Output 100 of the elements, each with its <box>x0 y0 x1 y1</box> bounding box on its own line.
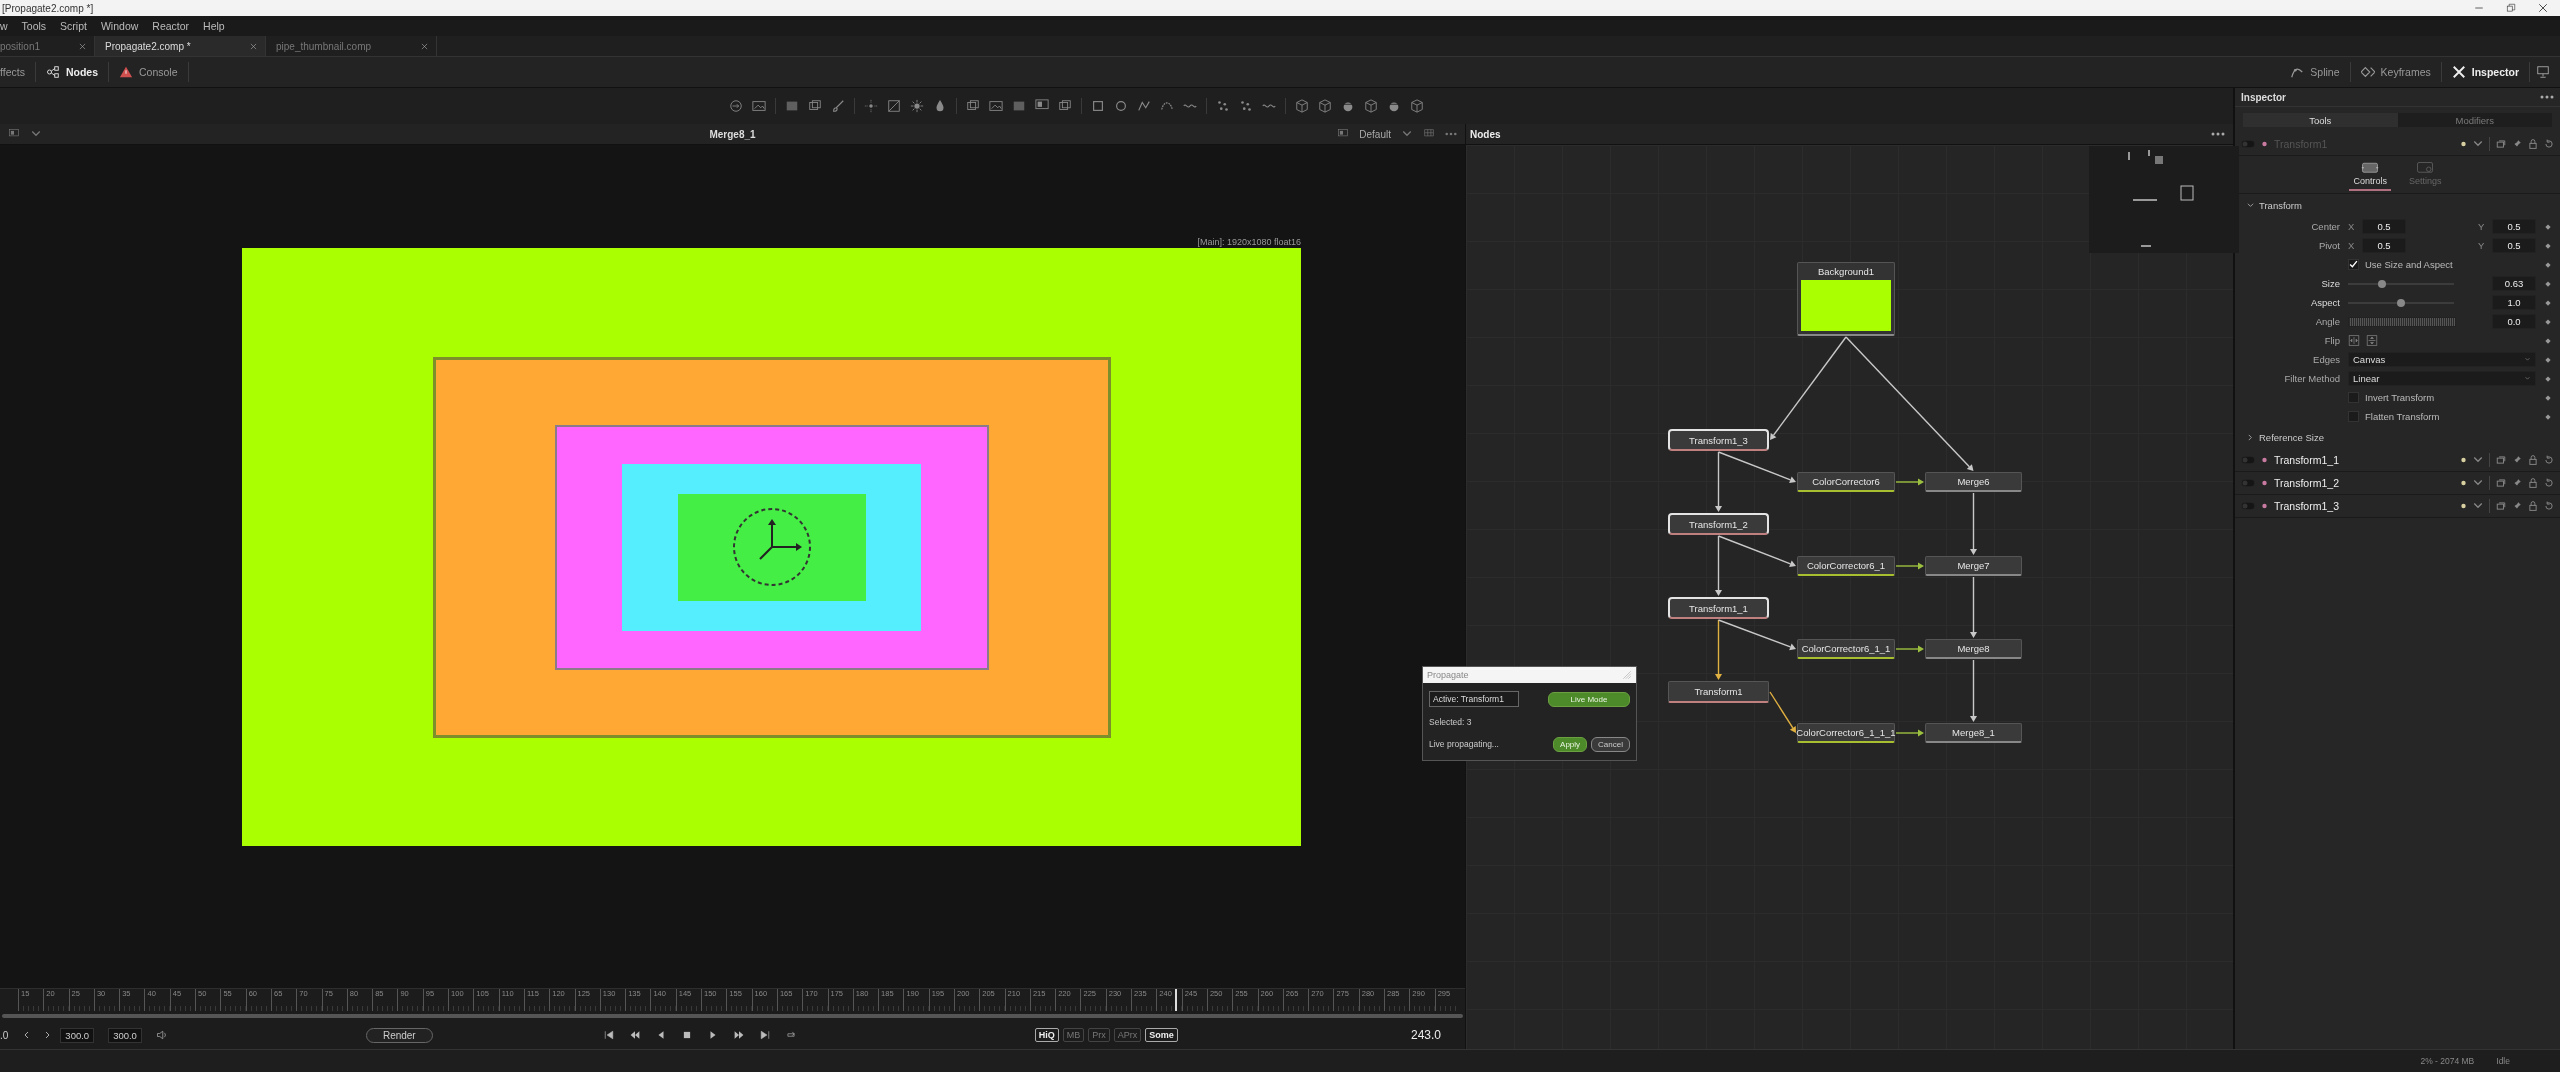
keyframe-diamond-icon[interactable] <box>2545 394 2551 401</box>
chevron-left-icon[interactable] <box>22 1031 31 1039</box>
arrow-circle-icon[interactable] <box>729 99 743 113</box>
pin-icon[interactable] <box>2512 139 2522 149</box>
particles-icon[interactable] <box>1216 99 1230 113</box>
lut-dropdown[interactable]: Default <box>1359 128 1391 140</box>
speaker-icon[interactable] <box>155 1029 168 1041</box>
resize-grip-icon[interactable] <box>1622 670 1632 680</box>
skip-to-start-icon[interactable] <box>602 1030 615 1040</box>
keyframe-diamond-icon[interactable] <box>2545 299 2551 306</box>
circle-icon[interactable] <box>1114 99 1128 113</box>
rectangle-icon[interactable] <box>785 99 799 113</box>
render-end-field[interactable]: 300.0 <box>108 1027 142 1043</box>
checkbox[interactable] <box>2348 392 2359 403</box>
loop-icon[interactable] <box>784 1030 797 1040</box>
node-card[interactable]: Background1 <box>1797 262 1895 336</box>
toggle-switch-icon[interactable] <box>2241 140 2255 148</box>
stacked-squares-icon[interactable] <box>2496 501 2506 511</box>
toggle-switch-icon[interactable] <box>2241 479 2255 487</box>
node[interactable]: Transform1_1 <box>1668 597 1769 619</box>
layers-icon[interactable] <box>966 99 980 113</box>
menu-item[interactable]: w <box>0 20 8 32</box>
node[interactable]: Transform1 <box>1668 681 1769 703</box>
node[interactable]: Transform1_3 <box>1668 429 1769 451</box>
pin-icon[interactable] <box>2512 478 2522 488</box>
node[interactable]: Merge6 <box>1925 472 2022 492</box>
node[interactable]: Merge7 <box>1925 556 2022 576</box>
document-tab[interactable]: pipe_thumbnail.comp <box>266 36 437 56</box>
screen-icon[interactable] <box>8 129 20 139</box>
keyframe-diamond-icon[interactable] <box>2545 223 2551 230</box>
thumbwheel[interactable] <box>2348 316 2456 327</box>
dot-icon[interactable] <box>2460 139 2467 149</box>
sparkle-icon[interactable] <box>864 99 878 113</box>
reset-icon[interactable] <box>2544 139 2554 149</box>
section-header[interactable]: Transform <box>2235 194 2560 217</box>
quality-toggle[interactable]: Some <box>1145 1028 1178 1042</box>
node[interactable]: Transform1_2 <box>1668 513 1769 535</box>
menu-item[interactable]: Window <box>100 20 139 32</box>
keyframe-diamond-icon[interactable] <box>2545 318 2551 325</box>
live-mode-button[interactable]: Live Mode <box>1548 691 1630 707</box>
scroll-bar[interactable] <box>2 1014 1463 1018</box>
toggle-switch-icon[interactable] <box>2241 456 2255 464</box>
number-field[interactable]: 0.0 <box>2492 314 2536 329</box>
dot-icon[interactable] <box>2460 501 2467 511</box>
rectangle-icon[interactable] <box>1012 99 1026 113</box>
tool-name[interactable]: Transform1_3 <box>2274 500 2454 512</box>
screen-icon[interactable] <box>1337 129 1350 139</box>
panel-button[interactable]: Console <box>109 62 189 82</box>
chevron-down-icon[interactable] <box>2473 455 2483 465</box>
chevron-down-icon[interactable] <box>2473 139 2483 149</box>
quality-toggle[interactable]: MB <box>1062 1028 1085 1042</box>
flip-vertical-icon[interactable] <box>2366 335 2378 346</box>
pin-icon[interactable] <box>2512 455 2522 465</box>
panel-button[interactable]: Spline <box>2280 62 2351 82</box>
panel-button[interactable]: Keyframes <box>2350 62 2442 82</box>
cube-icon[interactable] <box>1364 99 1378 113</box>
layers-icon[interactable] <box>808 99 822 113</box>
slider-thumb[interactable] <box>2377 279 2386 288</box>
image-icon[interactable] <box>989 99 1003 113</box>
close-icon[interactable] <box>79 42 86 50</box>
number-field[interactable]: 0.63 <box>2492 276 2536 291</box>
more-icon[interactable] <box>2540 94 2554 100</box>
quality-toggle[interactable]: Prx <box>1088 1028 1110 1042</box>
brush-icon[interactable] <box>831 99 845 113</box>
inspector-tab[interactable]: Tools <box>2243 113 2398 127</box>
flip-horizontal-icon[interactable] <box>2348 335 2360 346</box>
sub-tab[interactable]: Controls <box>2349 160 2391 191</box>
keyframe-diamond-icon[interactable] <box>2545 337 2551 344</box>
section-header[interactable]: Reference Size <box>2235 426 2560 449</box>
checkbox[interactable] <box>2348 411 2359 422</box>
cancel-button[interactable]: Cancel <box>1591 736 1630 752</box>
chevron-down-icon[interactable] <box>1401 129 1413 139</box>
dropdown[interactable]: Linear <box>2348 371 2536 386</box>
node[interactable]: ColorCorrector6 <box>1797 472 1895 492</box>
stacked-squares-icon[interactable] <box>2496 139 2506 149</box>
tool-name[interactable]: Transform1_1 <box>2274 454 2454 466</box>
grid-icon[interactable] <box>1423 129 1435 139</box>
slashed-square-icon[interactable] <box>887 99 901 113</box>
keyframe-diamond-icon[interactable] <box>2545 280 2551 287</box>
restore-icon[interactable] <box>2506 3 2516 13</box>
cube-icon[interactable] <box>1295 99 1309 113</box>
render-button[interactable]: Render <box>365 1027 433 1043</box>
playhead-marker[interactable] <box>1175 989 1177 1011</box>
end-time-field[interactable]: 300.0 <box>60 1027 95 1043</box>
panel-button[interactable]: Inspector <box>2441 62 2530 82</box>
close-icon[interactable] <box>421 42 428 50</box>
apply-button[interactable]: Apply <box>1553 736 1588 752</box>
fast-forward-icon[interactable] <box>732 1030 745 1040</box>
more-icon[interactable] <box>2211 131 2225 137</box>
sun-icon[interactable] <box>910 99 924 113</box>
chevron-down-icon[interactable] <box>2473 478 2483 488</box>
keyframe-diamond-icon[interactable] <box>2545 356 2551 363</box>
number-field[interactable]: 0.5 <box>2492 238 2536 253</box>
inspector-tab[interactable]: Modifiers <box>2397 113 2552 127</box>
number-field[interactable]: 0.5 <box>2362 238 2406 253</box>
reset-icon[interactable] <box>2544 501 2554 511</box>
node[interactable]: ColorCorrector6_1 <box>1797 556 1895 576</box>
keyframe-diamond-icon[interactable] <box>2545 375 2551 382</box>
dot-icon[interactable] <box>2460 478 2467 488</box>
quality-toggle[interactable]: HiQ <box>1034 1028 1059 1042</box>
